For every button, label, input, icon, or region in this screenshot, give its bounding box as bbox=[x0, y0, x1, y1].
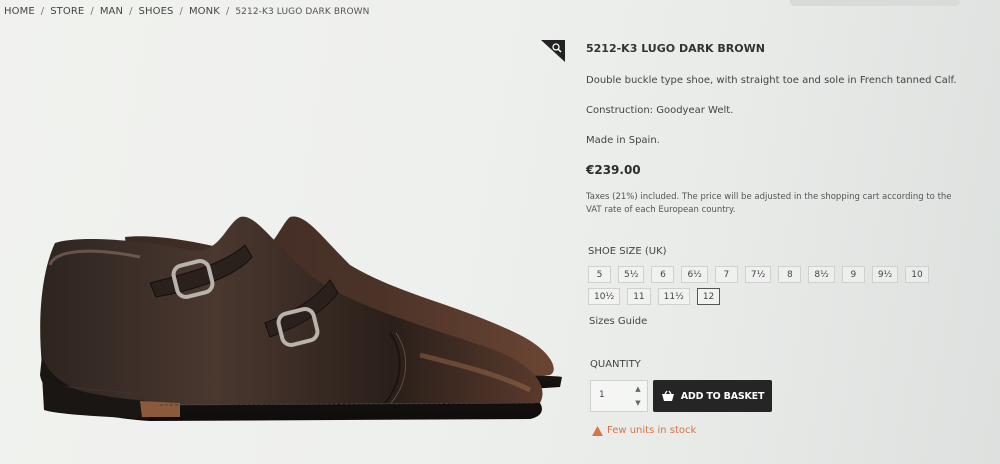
size-option[interactable]: 10½ bbox=[588, 288, 621, 305]
size-option[interactable]: 8½ bbox=[808, 266, 835, 283]
product-title: 5212-K3 LUGO DARK BROWN bbox=[586, 42, 765, 55]
quantity-stepper: ▲ ▼ bbox=[590, 380, 648, 412]
basket-icon bbox=[661, 390, 674, 401]
product-origin: Made in Spain. bbox=[586, 135, 660, 146]
size-option[interactable]: 7 bbox=[714, 266, 738, 283]
double-monk-strap-shoe-icon bbox=[40, 216, 562, 421]
breadcrumb-separator: / bbox=[179, 6, 183, 17]
product-construction: Construction: Goodyear Welt. bbox=[586, 105, 734, 116]
size-option[interactable]: 10 bbox=[905, 266, 929, 283]
breadcrumb-store[interactable]: STORE bbox=[50, 6, 84, 17]
size-option[interactable]: 8 bbox=[778, 266, 802, 283]
breadcrumb-current: 5212-K3 LUGO DARK BROWN bbox=[235, 6, 370, 17]
breadcrumb-separator: / bbox=[40, 6, 45, 17]
breadcrumb-man[interactable]: MAN bbox=[100, 6, 123, 17]
zoom-button[interactable] bbox=[541, 40, 565, 62]
shoe-size-label: SHOE SIZE (UK) bbox=[588, 246, 667, 257]
size-option[interactable]: 11 bbox=[627, 288, 651, 305]
size-option[interactable]: 11½ bbox=[657, 288, 690, 305]
breadcrumb: HOME / STORE / MAN / SHOES / MONK / 5212… bbox=[4, 6, 369, 17]
add-to-basket-label: ADD TO BASKET bbox=[680, 390, 765, 402]
breadcrumb-shoes[interactable]: SHOES bbox=[139, 6, 174, 17]
product-image[interactable] bbox=[30, 205, 570, 445]
breadcrumb-separator: / bbox=[225, 6, 230, 17]
size-option[interactable]: 5 bbox=[588, 266, 611, 283]
size-option-selected[interactable]: 12 bbox=[696, 288, 721, 305]
chevron-up-icon[interactable]: ▲ bbox=[632, 382, 644, 396]
size-option[interactable]: 9 bbox=[841, 266, 865, 283]
quantity-label: QUANTITY bbox=[590, 359, 641, 370]
product-description-line: Double buckle type shoe, with straight t… bbox=[586, 75, 957, 86]
size-option[interactable]: 6½ bbox=[681, 266, 708, 283]
breadcrumb-separator: / bbox=[129, 6, 133, 17]
size-option[interactable]: 5½ bbox=[618, 266, 645, 283]
add-to-basket-button[interactable]: ADD TO BASKET bbox=[653, 380, 772, 412]
size-option[interactable]: 7½ bbox=[744, 266, 772, 283]
stock-text: Few units in stock bbox=[607, 425, 697, 436]
top-header-strip bbox=[790, 0, 960, 6]
size-option[interactable]: 9½ bbox=[871, 266, 899, 283]
size-options: 5 5½ 6 6½ 7 7½ 8 8½ 9 9½ 10 10½ 11 11½ 1… bbox=[588, 266, 948, 305]
size-option[interactable]: 6 bbox=[651, 266, 675, 283]
tax-note: Taxes (21%) included. The price will be … bbox=[586, 192, 952, 215]
chevron-down-icon[interactable]: ▼ bbox=[632, 396, 644, 410]
stock-status: Few units in stock bbox=[592, 425, 696, 436]
product-price: €239.00 bbox=[586, 163, 641, 177]
warning-icon bbox=[592, 425, 603, 436]
breadcrumb-monk[interactable]: MONK bbox=[189, 6, 220, 17]
quantity-input[interactable] bbox=[599, 390, 629, 400]
breadcrumb-separator: / bbox=[90, 6, 94, 17]
breadcrumb-home[interactable]: HOME bbox=[4, 6, 35, 17]
sizes-guide-link[interactable]: Sizes Guide bbox=[589, 316, 647, 327]
zoom-icon bbox=[541, 40, 565, 62]
